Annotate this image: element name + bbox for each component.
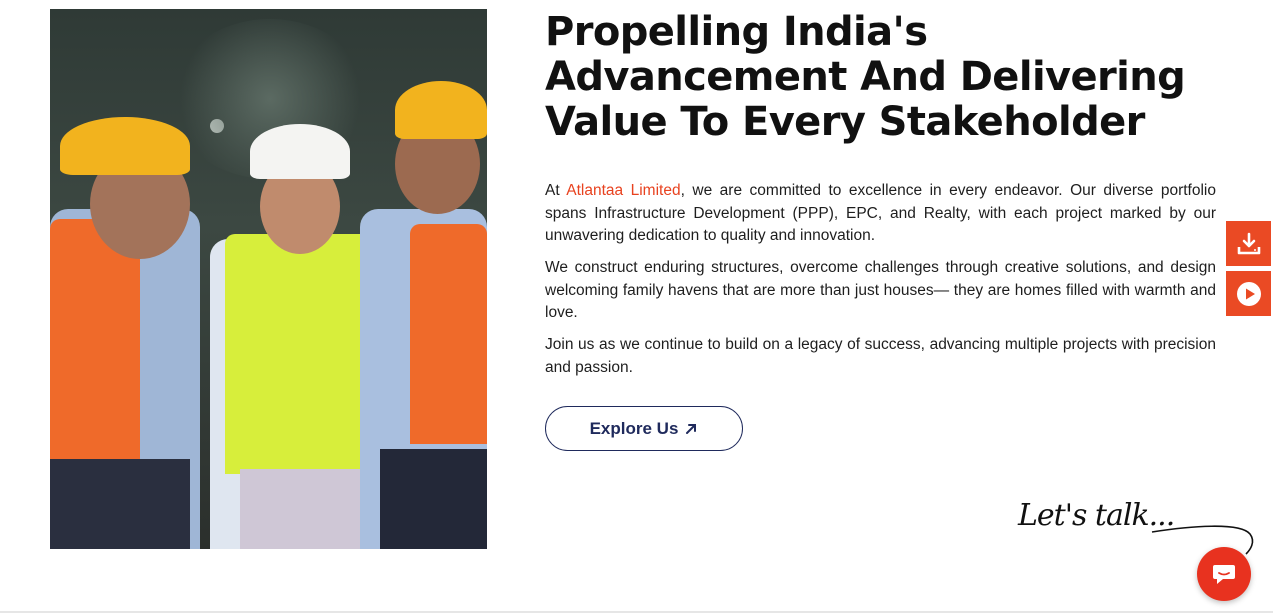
play-video-button[interactable] (1226, 271, 1271, 316)
download-brochure-button[interactable] (1226, 221, 1271, 266)
intro-paragraph: At Atlantaa Limited, we are committed to… (545, 180, 1216, 248)
company-name: Atlantaa Limited (566, 182, 681, 199)
chat-bubble-icon (1213, 565, 1235, 584)
play-icon (1236, 281, 1261, 306)
closing-paragraph: Join us as we continue to build on a leg… (545, 336, 1216, 376)
explore-us-label: Explore Us (589, 418, 679, 438)
chat-button[interactable] (1197, 547, 1251, 601)
hero-photo (50, 9, 487, 549)
arrow-up-right-icon (686, 423, 697, 434)
page-title: Propelling India's Advancement And Deliv… (545, 9, 1186, 145)
explore-us-button[interactable]: Explore Us (545, 406, 743, 451)
intro-prefix: At (545, 182, 567, 199)
mission-paragraph: We construct enduring structures, overco… (545, 259, 1216, 321)
download-icon (1237, 232, 1260, 254)
